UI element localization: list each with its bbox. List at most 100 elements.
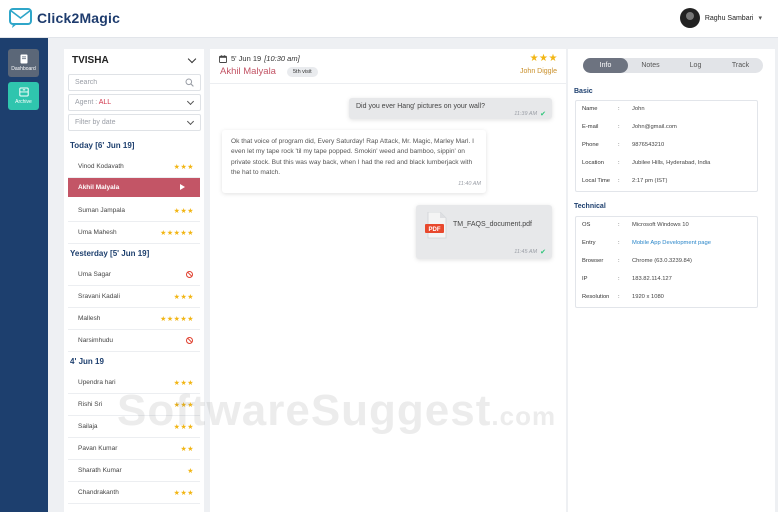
info-value: Chrome (63.0.3239.84) (632, 258, 692, 264)
info-separator: : (618, 240, 620, 246)
group-title-label: 4' Jun 19 (70, 357, 104, 366)
info-separator: : (618, 258, 620, 264)
visitor-list[interactable]: Today [6' Jun 19] Vinod Kodavath ★★★ Akhil … (64, 136, 204, 512)
basic-info-table: Name: John E-mail: John@gmail.com Phone: 9876… (575, 100, 758, 192)
visitor-name: Sailaja (78, 423, 98, 430)
nav-dashboard-label: Dashboard (11, 66, 36, 72)
visitor-row[interactable]: Sharath Kumar ★ (68, 460, 200, 482)
chat-date-text: 5' Jun 19 (231, 54, 262, 63)
entry-page-link[interactable]: Mobile App Development page (632, 240, 711, 246)
blocked-icon (186, 337, 193, 344)
user-name: Raghu Sambari (704, 14, 754, 22)
agent-filter-select[interactable]: Agent : ALL (68, 94, 201, 111)
file-name[interactable]: TM_FAQS_document.pdf (453, 221, 532, 228)
info-row: E-mail: John@gmail.com (576, 119, 757, 137)
tab-info[interactable]: Info (583, 58, 628, 73)
account-selector[interactable]: TVISHA (64, 49, 204, 71)
search-icon (185, 78, 194, 87)
check-icon: ✔ (540, 249, 546, 256)
visitor-row[interactable]: Uma Sagar (68, 264, 200, 286)
visitor-name: Sharath Kumar (78, 467, 122, 474)
agent-filter-label: Agent : (75, 99, 99, 106)
tab-notes[interactable]: Notes (628, 58, 673, 73)
rating-stars: ★★★ (173, 424, 194, 431)
info-value: 1920 x 1080 (632, 294, 664, 300)
message-time: 11:40 AM (458, 181, 481, 187)
rating-stars: ★ (187, 468, 194, 475)
info-key: E-mail (582, 124, 599, 130)
info-row: Browser: Chrome (63.0.3239.84) (576, 253, 757, 271)
visitor-row[interactable]: Rishi Sri ★★★ (68, 394, 200, 416)
info-row: Location: Jubilee Hills, Hyderabad, India (576, 155, 757, 173)
group-title: Yesterday [5' Jun 19] (64, 244, 204, 264)
visitor-row[interactable]: Upendra hari ★★★ (68, 372, 200, 394)
group-title: 4' Jun 19 (64, 352, 204, 372)
rating-stars: ★★★★★ (160, 230, 194, 237)
technical-section-title: Technical (574, 203, 606, 210)
info-separator: : (618, 106, 620, 112)
visitor-row[interactable]: Akhil Malyala (68, 178, 200, 197)
technical-info-table: OS: Microsoft Windows 10 Entry: Mobile App … (575, 216, 758, 308)
visitor-row[interactable]: Vinod Kodavath ★★★ (68, 156, 200, 178)
info-row: Phone: 9876543210 (576, 137, 757, 155)
info-separator: : (618, 222, 620, 228)
app-logo-text: Click2Magic (37, 10, 121, 26)
chevron-down-icon (186, 97, 195, 106)
visitor-row[interactable]: Chandrakanth ★★★ (68, 482, 200, 504)
user-menu[interactable]: Raghu Sambari ▾ (679, 8, 762, 28)
chat-header: 5' Jun 19 [10:30 am] Akhil Malyala 5th v… (210, 49, 566, 84)
nav-dashboard-button[interactable]: Dashboard (8, 49, 39, 77)
info-row: Name: John (576, 101, 757, 119)
calendar-icon (219, 54, 227, 63)
info-key: Resolution (582, 294, 610, 300)
visitor-name: Uma Mahesh (78, 229, 117, 236)
agent-rating-stars: ★★★ (529, 53, 558, 64)
message-text: Did you ever Hang' pictures on your wall… (356, 103, 485, 110)
nav-archive-button[interactable]: Archive (8, 82, 39, 110)
visitor-row[interactable]: Suman Jampala ★★★ (68, 200, 200, 222)
visitor-row[interactable]: Uma Mahesh ★★★★★ (68, 222, 200, 244)
info-value: John (632, 106, 645, 112)
info-key: Local Time (582, 178, 611, 184)
info-value: 2:17 pm (IST) (632, 178, 668, 184)
message-bubble: Did you ever Hang' pictures on your wall… (349, 98, 552, 119)
group-title-date: [5' Jun 19] (110, 249, 150, 258)
agent-filter-value: ALL (98, 99, 112, 106)
visitor-row[interactable]: Narsimhudu (68, 330, 200, 352)
visitor-row[interactable]: Sailaja ★★★ (68, 416, 200, 438)
visitor-row[interactable]: Mallesh ★★★★★ (68, 308, 200, 330)
group-title-label: Yesterday (70, 249, 108, 258)
info-row: Local Time: 2:17 pm (IST) (576, 173, 757, 191)
chat-date: 5' Jun 19 [10:30 am] (219, 54, 300, 63)
visitor-name: Pavan Kumar (78, 445, 118, 452)
visitor-name: Suman Jampala (78, 207, 125, 214)
info-separator: : (618, 294, 620, 300)
rating-stars: ★★★ (173, 164, 194, 171)
document-icon (20, 54, 27, 64)
tab-log[interactable]: Log (673, 58, 718, 73)
visitor-row[interactable]: Sravani Kadali ★★★ (68, 286, 200, 308)
app-logo[interactable]: Click2Magic (8, 7, 120, 29)
check-icon: ✔ (540, 111, 546, 118)
rating-stars: ★★★ (173, 490, 194, 497)
visitor-name: Mallesh (78, 315, 101, 322)
search-input[interactable] (69, 75, 179, 90)
file-message-bubble[interactable]: PDF TM_FAQS_document.pdf 11:45 AM ✔ (416, 205, 552, 259)
search-field[interactable] (68, 74, 201, 91)
info-value: 183.82.114.127 (632, 276, 672, 282)
info-separator: : (618, 276, 620, 282)
info-key: Location (582, 160, 604, 166)
info-key: Entry (582, 240, 596, 246)
visitor-name: Uma Sagar (78, 271, 111, 278)
blocked-icon (186, 271, 193, 278)
date-filter-select[interactable]: Filter by date (68, 114, 201, 131)
tab-track[interactable]: Track (718, 58, 763, 73)
visitor-row[interactable]: Pavan Kumar ★★ (68, 438, 200, 460)
visitor-name: Akhil Malyala (78, 184, 120, 191)
info-key: Browser (582, 258, 604, 264)
info-separator: : (618, 178, 620, 184)
info-separator: : (618, 160, 620, 166)
rating-stars: ★★★ (173, 294, 194, 301)
chat-time-text: [10:30 am] (264, 54, 300, 63)
chat-panel: 5' Jun 19 [10:30 am] Akhil Malyala 5th v… (210, 49, 566, 512)
